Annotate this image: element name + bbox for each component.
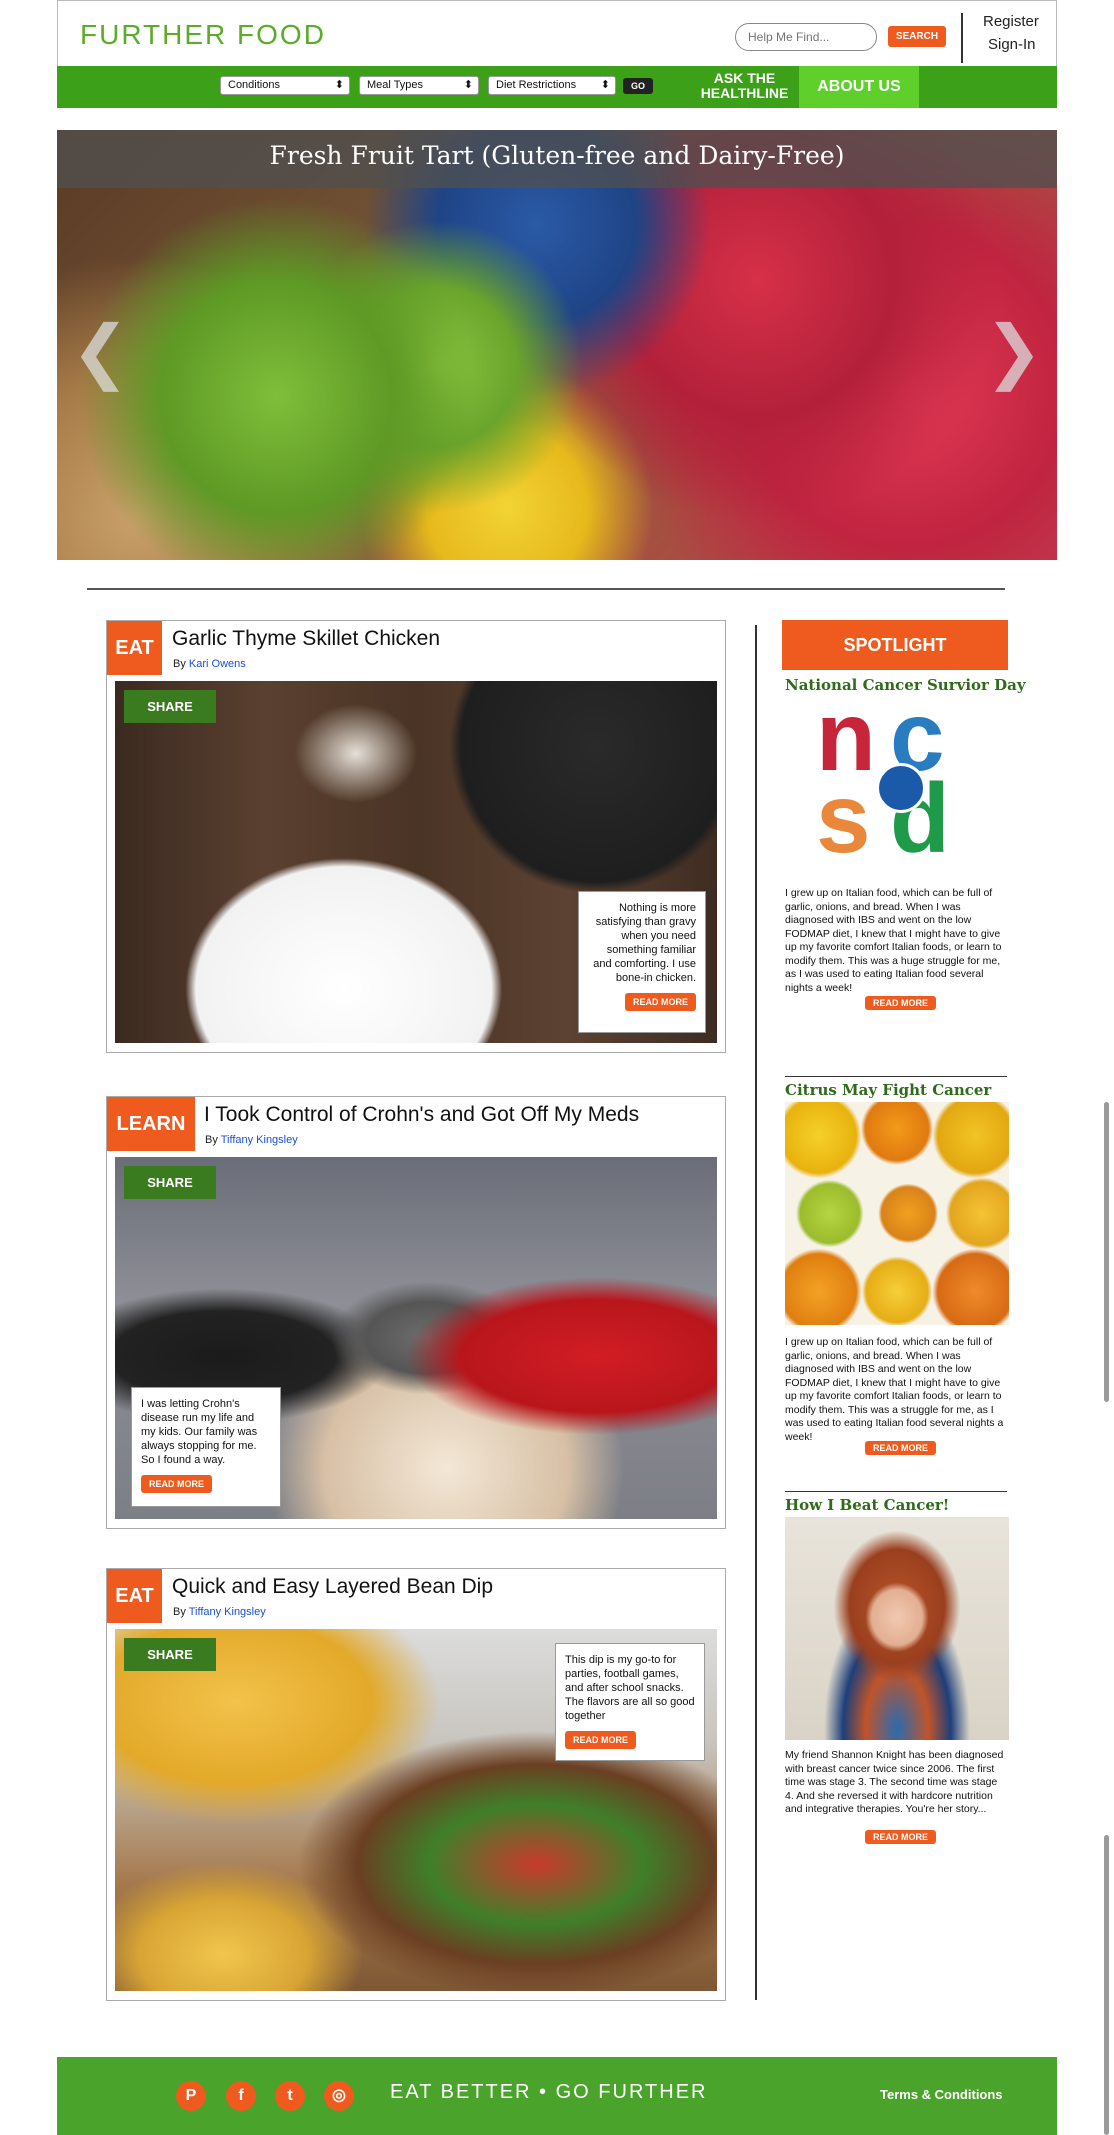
article-image[interactable]: SHARE Nothing is more satisfying than gr… [115, 681, 717, 1043]
byline-prefix: By [173, 1606, 186, 1618]
main-nav: Conditions ⬍ Meal Types ⬍ Diet Restricti… [57, 66, 1057, 108]
article-excerpt: This dip is my go-to for parties, footba… [565, 1654, 695, 1722]
article-title[interactable]: Garlic Thyme Skillet Chicken [172, 627, 440, 651]
spotlight-title[interactable]: Citrus May Fight Cancer [785, 1081, 991, 1099]
share-button[interactable]: SHARE [124, 690, 216, 723]
article-byline: By Tiffany Kingsley [205, 1134, 298, 1146]
read-more-button[interactable]: READ MORE [565, 1731, 637, 1749]
ncsd-letter: s [816, 763, 871, 873]
citrus-image[interactable] [785, 1102, 1009, 1325]
article-card: EAT Garlic Thyme Skillet Chicken By Kari… [106, 620, 726, 1053]
share-button[interactable]: SHARE [124, 1638, 216, 1671]
spotlight-text: My friend Shannon Knight has been diagno… [785, 1749, 1004, 1815]
article-excerpt: Nothing is more satisfying than gravy wh… [593, 902, 696, 984]
ask-the-healthline-link[interactable]: ASK THE HEALTHLINE [687, 71, 802, 101]
article-excerpt-box: Nothing is more satisfying than gravy wh… [578, 891, 706, 1033]
scrollbar-thumb[interactable] [1104, 1102, 1109, 1402]
section-divider [87, 588, 1005, 590]
category-tag[interactable]: EAT [107, 1569, 162, 1623]
article-card: LEARN I Took Control of Crohn's and Got … [106, 1096, 726, 1529]
chevron-right-icon[interactable]: ❯ [984, 310, 1043, 392]
site-header: FURTHER FOOD SEARCH Register Sign-In [57, 0, 1057, 66]
scrollbar[interactable] [1100, 0, 1114, 2135]
about-us-link[interactable]: ABOUT US [799, 66, 919, 108]
meal-types-select[interactable]: Meal Types ⬍ [359, 76, 479, 95]
conditions-select[interactable]: Conditions ⬍ [220, 76, 350, 95]
instagram-icon[interactable]: ◎ [324, 2081, 354, 2111]
read-more-button[interactable]: READ MORE [141, 1475, 213, 1493]
ncsd-logo[interactable]: n c s d [812, 687, 982, 875]
read-more-button[interactable]: READ MORE [624, 993, 696, 1011]
article-byline: By Kari Owens [173, 658, 246, 670]
author-link[interactable]: Tiffany Kingsley [221, 1134, 298, 1146]
article-title[interactable]: Quick and Easy Layered Bean Dip [172, 1575, 493, 1599]
article-excerpt: I was letting Crohn's disease run my lif… [141, 1398, 258, 1466]
runner-icon [876, 763, 926, 813]
signin-link[interactable]: Sign-In [988, 36, 1036, 53]
portrait-image[interactable] [785, 1517, 1009, 1740]
ask-line-2: HEALTHLINE [700, 85, 789, 101]
article-excerpt-box: I was letting Crohn's disease run my lif… [131, 1387, 281, 1507]
chevron-left-icon[interactable]: ❮ [71, 310, 130, 392]
go-button[interactable]: GO [623, 78, 653, 94]
facebook-icon[interactable]: f [226, 2081, 256, 2111]
diet-restrictions-select[interactable]: Diet Restrictions ⬍ [488, 76, 616, 95]
sidebar-separator [785, 1076, 1007, 1077]
byline-prefix: By [173, 658, 186, 670]
hero-carousel[interactable]: Fresh Fruit Tart (Gluten-free and Dairy-… [57, 130, 1057, 560]
tumblr-icon[interactable]: t [275, 2081, 305, 2111]
chevron-down-icon: ⬍ [600, 79, 610, 91]
share-button[interactable]: SHARE [124, 1166, 216, 1199]
byline-prefix: By [205, 1134, 218, 1146]
spotlight-title[interactable]: How I Beat Cancer! [785, 1496, 949, 1514]
read-more-button[interactable]: READ MORE [865, 1830, 937, 1844]
pinterest-icon[interactable]: P [176, 2081, 206, 2111]
search-input[interactable] [735, 23, 877, 51]
hero-title[interactable]: Fresh Fruit Tart (Gluten-free and Dairy-… [57, 141, 1057, 170]
article-byline: By Tiffany Kingsley [173, 1606, 266, 1618]
category-tag[interactable]: LEARN [107, 1097, 195, 1151]
header-divider [961, 13, 963, 63]
sidebar-divider [755, 625, 757, 2000]
ask-line-1: ASK THE [713, 70, 776, 86]
conditions-select-label: Conditions [228, 79, 280, 91]
spotlight-heading: SPOTLIGHT [782, 620, 1008, 670]
site-footer: P f t ◎ EAT BETTER • GO FURTHER Terms & … [57, 2057, 1057, 2135]
diet-restrictions-select-label: Diet Restrictions [496, 79, 577, 91]
search-button[interactable]: SEARCH [888, 26, 946, 47]
read-more-button[interactable]: READ MORE [865, 1441, 937, 1455]
footer-tagline: EAT BETTER • GO FURTHER [390, 2081, 708, 2103]
article-image[interactable]: SHARE This dip is my go-to for parties, … [115, 1629, 717, 1991]
register-link[interactable]: Register [983, 13, 1039, 30]
spotlight-text: I grew up on Italian food, which can be … [785, 1336, 1004, 1443]
spotlight-text: I grew up on Italian food, which can be … [785, 887, 1002, 994]
site-logo[interactable]: FURTHER FOOD [80, 19, 326, 51]
article-excerpt-box: This dip is my go-to for parties, footba… [555, 1643, 705, 1761]
meal-types-select-label: Meal Types [367, 79, 424, 91]
terms-link[interactable]: Terms & Conditions [880, 2087, 1003, 2102]
chevron-down-icon: ⬍ [334, 79, 344, 91]
article-image[interactable]: SHARE I was letting Crohn's disease run … [115, 1157, 717, 1519]
article-card: EAT Quick and Easy Layered Bean Dip By T… [106, 1568, 726, 2001]
author-link[interactable]: Tiffany Kingsley [189, 1606, 266, 1618]
author-link[interactable]: Kari Owens [189, 658, 246, 670]
article-title[interactable]: I Took Control of Crohn's and Got Off My… [204, 1103, 639, 1127]
sidebar-separator [785, 1491, 1007, 1492]
chevron-down-icon: ⬍ [463, 79, 473, 91]
read-more-button[interactable]: READ MORE [865, 996, 937, 1010]
scrollbar-thumb[interactable] [1104, 1835, 1109, 2135]
category-tag[interactable]: EAT [107, 621, 162, 675]
